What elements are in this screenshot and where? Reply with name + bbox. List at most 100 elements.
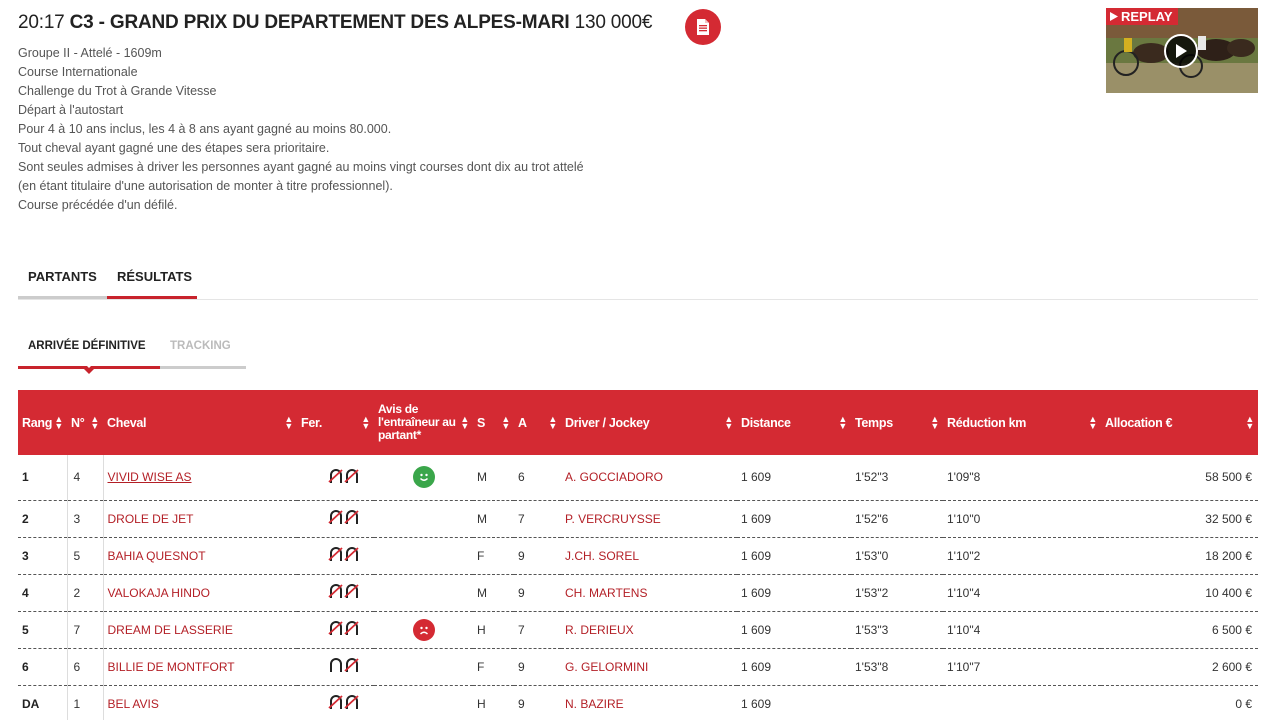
sort-icon[interactable]: ▲ ▼: [838, 414, 847, 430]
sort-icon[interactable]: ▲ ▼: [54, 414, 63, 430]
distance-cell: 1 609: [741, 622, 772, 637]
age-cell: 6: [518, 470, 525, 485]
reduction-cell: 1'09"8: [947, 470, 981, 485]
allocation-cell: 32 500 €: [1205, 511, 1252, 526]
horseshoe-icon: [328, 509, 360, 525]
horse-link[interactable]: VALOKAJA HINDO: [103, 574, 297, 611]
horse-link[interactable]: BAHIA QUESNOT: [103, 537, 297, 574]
col-fer[interactable]: Fer. ▲ ▼: [297, 390, 374, 455]
sort-icon[interactable]: ▲ ▼: [1245, 414, 1254, 430]
avis-cell: [374, 537, 473, 574]
horse-link[interactable]: DREAM DE LASSERIE: [103, 611, 297, 648]
tab-arrivee-label: ARRIVÉE DÉFINITIVE: [28, 340, 146, 352]
horse-link[interactable]: BILLIE DE MONTFORT: [103, 648, 297, 685]
tab-tracking[interactable]: TRACKING: [160, 330, 246, 369]
detail-line: Départ à l'autostart: [18, 103, 124, 117]
tab-partants[interactable]: PARTANTS: [18, 262, 107, 299]
sort-icon[interactable]: ▲ ▼: [724, 414, 733, 430]
sexe-cell: M: [477, 585, 487, 600]
col-distance[interactable]: Distance ▲ ▼: [737, 390, 851, 455]
table-row: 3 5 BAHIA QUESNOT F 9 J.CH. SOREL 1 609 …: [18, 537, 1258, 574]
reduction-cell: 1'10"4: [947, 622, 981, 637]
col-reduction[interactable]: Réduction km ▲ ▼: [943, 390, 1101, 455]
distance-cell: 1 609: [741, 511, 772, 526]
col-avis[interactable]: Avis de l'entraîneur au partant* ▲ ▼: [374, 390, 473, 455]
num-cell: 5: [66, 537, 104, 574]
sexe-cell: M: [477, 470, 487, 485]
num-cell: 1: [66, 685, 104, 720]
reduction-cell: 1'10"4: [947, 585, 981, 600]
sort-icon[interactable]: ▲ ▼: [1088, 414, 1097, 430]
ferrure-cell: [297, 648, 374, 685]
sexe-cell: M: [477, 511, 487, 526]
horseshoe-icon: [328, 694, 360, 710]
replay-video-thumbnail[interactable]: REPLAY: [1106, 8, 1258, 93]
col-cheval[interactable]: Cheval ▲ ▼: [103, 390, 297, 455]
reduction-cell: [943, 685, 1101, 720]
age-cell: 9: [518, 696, 525, 711]
driver-link[interactable]: A. GOCCIADORO: [561, 455, 737, 500]
tab-arrivee-definitive[interactable]: ARRIVÉE DÉFINITIVE: [18, 330, 160, 374]
race-details: Groupe II - Attelé - 1609m Course Intern…: [18, 44, 1078, 215]
table-row: 2 3 DROLE DE JET M 7 P. VERCRUYSSE 1 609…: [18, 500, 1258, 537]
detail-line: Sont seules admises à driver les personn…: [18, 160, 584, 174]
driver-link[interactable]: CH. MARTENS: [561, 574, 737, 611]
sort-icon[interactable]: ▲ ▼: [501, 414, 510, 430]
sort-icon[interactable]: ▲ ▼: [361, 414, 370, 430]
driver-link[interactable]: P. VERCRUYSSE: [561, 500, 737, 537]
reduction-cell: 1'10"7: [947, 659, 981, 674]
detail-line: Pour 4 à 10 ans inclus, les 4 à 8 ans ay…: [18, 122, 392, 136]
sort-icon[interactable]: ▲ ▼: [460, 414, 469, 430]
results-table: Rang ▲ ▼ N° ▲ ▼ Cheval ▲ ▼ Fer. ▲ ▼ Avis de l'en…: [18, 390, 1258, 720]
detail-line: Challenge du Trot à Grande Vitesse: [18, 84, 217, 98]
horseshoe-icon: [328, 546, 360, 562]
driver-link[interactable]: J.CH. SOREL: [561, 537, 737, 574]
avis-cell: [374, 455, 473, 500]
driver-link[interactable]: N. BAZIRE: [561, 685, 737, 720]
table-row: 1 4 VIVID WISE AS M 6 A. GOCCIADORO 1 60…: [18, 455, 1258, 500]
avis-cell: [374, 648, 473, 685]
rang-cell: 1: [22, 470, 29, 485]
age-cell: 9: [518, 548, 525, 563]
col-rang[interactable]: Rang ▲ ▼: [18, 390, 67, 455]
distance-cell: 1 609: [741, 470, 772, 485]
col-driver[interactable]: Driver / Jockey ▲ ▼: [561, 390, 737, 455]
age-cell: 7: [518, 511, 525, 526]
smiley-happy-icon: [412, 466, 435, 489]
horse-link[interactable]: BEL AVIS: [103, 685, 297, 720]
play-button[interactable]: [1164, 34, 1198, 68]
active-tab-arrow-icon: [81, 363, 97, 374]
horse-link[interactable]: VIVID WISE AS: [103, 455, 297, 500]
col-sexe[interactable]: S ▲ ▼: [473, 390, 514, 455]
rang-cell: 5: [22, 622, 29, 637]
distance-cell: 1 609: [741, 696, 772, 711]
age-cell: 7: [518, 622, 525, 637]
num-cell: 4: [66, 455, 104, 500]
main-tabs: PARTANTS RÉSULTATS: [18, 262, 1258, 300]
driver-link[interactable]: G. GELORMINI: [561, 648, 737, 685]
table-row: 5 7 DREAM DE LASSERIE H 7 R. DERIEUX 1 6…: [18, 611, 1258, 648]
sort-icon[interactable]: ▲ ▼: [548, 414, 557, 430]
avis-cell: [374, 611, 473, 648]
allocation-cell: 58 500 €: [1205, 470, 1252, 485]
race-prize: 130 000€: [574, 12, 653, 33]
distance-cell: 1 609: [741, 659, 772, 674]
pdf-document-button[interactable]: [685, 9, 721, 45]
sort-icon[interactable]: ▲ ▼: [90, 414, 99, 430]
race-separator: -: [98, 12, 105, 33]
allocation-cell: 18 200 €: [1205, 548, 1252, 563]
driver-link[interactable]: R. DERIEUX: [561, 611, 737, 648]
col-temps[interactable]: Temps ▲ ▼: [851, 390, 943, 455]
temps-cell: 1'52"3: [855, 470, 889, 485]
horse-link[interactable]: DROLE DE JET: [103, 500, 297, 537]
col-age[interactable]: A ▲ ▼: [514, 390, 561, 455]
col-allocation[interactable]: Allocation € ▲ ▼: [1101, 390, 1258, 455]
sort-icon[interactable]: ▲ ▼: [930, 414, 939, 430]
detail-line: Course précédée d'un défilé.: [18, 198, 178, 212]
ferrure-cell: [297, 574, 374, 611]
tab-resultats[interactable]: RÉSULTATS: [107, 262, 197, 299]
sort-icon[interactable]: ▲ ▼: [284, 414, 293, 430]
race-header: 20:17 C3 - GRAND PRIX DU DEPARTEMENT DES…: [18, 9, 1078, 215]
horseshoe-icon: [328, 620, 360, 636]
col-num[interactable]: N° ▲ ▼: [67, 390, 103, 455]
